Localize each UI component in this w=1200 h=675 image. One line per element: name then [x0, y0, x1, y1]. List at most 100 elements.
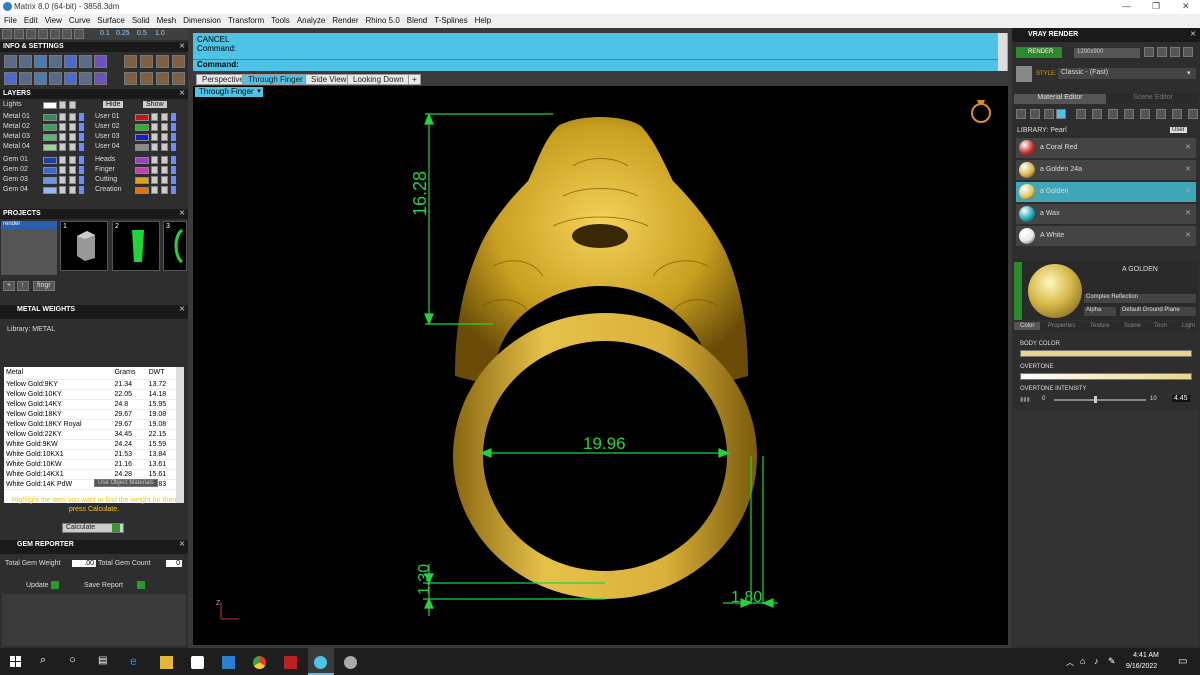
close-icon[interactable]: ✕ [179, 540, 185, 548]
table-scrollbar[interactable] [176, 367, 184, 503]
material-item[interactable]: a Coral Red ✕ [1016, 138, 1196, 158]
intensity-value[interactable]: 4.45 [1172, 395, 1190, 402]
tool-icon[interactable] [1188, 109, 1198, 119]
mail-icon[interactable] [222, 656, 235, 669]
table-row[interactable]: White Gold:10KW 21.16 13.61 [4, 459, 176, 470]
lock-icon[interactable] [69, 101, 76, 109]
tab-light[interactable]: Light [1182, 323, 1195, 329]
tool-icon[interactable] [4, 55, 17, 68]
ground-plane-select[interactable]: Default Ground Plane [1120, 307, 1196, 316]
layer-name[interactable]: Creation [95, 186, 121, 193]
tool-icon[interactable] [172, 55, 185, 68]
table-row[interactable]: Yellow Gold:10KY 22.05 14.18 [4, 389, 176, 400]
menu-rhino[interactable]: Rhino 5.0 [362, 14, 403, 25]
lock-icon[interactable] [59, 133, 66, 141]
project-thumb-3[interactable]: 3 [163, 221, 187, 271]
up-project-button[interactable]: ↑ [17, 281, 29, 291]
lock-icon[interactable] [69, 123, 76, 131]
lock-icon[interactable] [151, 143, 158, 151]
tool-icon[interactable] [62, 29, 72, 39]
layer-visibility-toggle[interactable] [79, 186, 84, 194]
menu-tsplines[interactable]: T-Splines [430, 14, 470, 25]
close-icon[interactable]: ✕ [179, 42, 185, 50]
tool-icon[interactable] [1157, 47, 1167, 57]
material-item[interactable]: a Wax ✕ [1016, 204, 1196, 224]
lock-icon[interactable] [161, 156, 168, 164]
table-row[interactable]: Yellow Gold:18KY Royal 29.67 19.08 [4, 419, 176, 430]
layer-name[interactable]: Metal 03 [3, 133, 30, 140]
calculate-button[interactable]: Calculate [62, 523, 124, 533]
layer-color-swatch[interactable] [43, 124, 57, 131]
tab-scene[interactable]: Scene [1124, 323, 1141, 329]
tool-icon[interactable] [1183, 47, 1193, 57]
menu-analyze[interactable]: Analyze [293, 14, 328, 25]
tool-icon[interactable] [1030, 109, 1040, 119]
task-view-icon[interactable]: ▤ [98, 655, 111, 668]
close-icon[interactable]: ✕ [1185, 209, 1191, 217]
tool-icon[interactable] [1076, 109, 1086, 119]
menu-file[interactable]: File [0, 14, 20, 25]
tab-texture[interactable]: Texture [1090, 323, 1110, 329]
clock-time[interactable]: 4:41 AM [1131, 652, 1161, 659]
lock-icon[interactable] [161, 143, 168, 151]
command-input[interactable]: Command: [193, 59, 998, 70]
tool-icon[interactable] [19, 55, 32, 68]
lock-icon[interactable] [69, 156, 76, 164]
tool-icon[interactable] [140, 72, 153, 85]
layer-visibility-toggle[interactable] [171, 143, 176, 151]
render-button[interactable]: RENDER [1016, 47, 1062, 58]
tool-icon[interactable] [64, 72, 77, 85]
chrome-icon[interactable] [253, 656, 266, 669]
tab-through-finger[interactable]: Through Finger [242, 74, 309, 85]
tool-icon[interactable] [172, 72, 185, 85]
layer-name[interactable]: Gem 03 [3, 176, 28, 183]
tab-side-view[interactable]: Side View [305, 74, 353, 85]
col-grams[interactable]: Grams [112, 367, 147, 380]
layer-color-swatch[interactable] [43, 187, 57, 194]
layer-visibility-toggle[interactable] [171, 166, 176, 174]
minimize-button[interactable]: — [1122, 1, 1131, 11]
layer-visibility-toggle[interactable] [171, 133, 176, 141]
col-dwt[interactable]: DWT [146, 367, 176, 380]
layer-visibility-toggle[interactable] [79, 133, 84, 141]
style-select[interactable]: Classic - (Fast) [1058, 68, 1196, 79]
menu-render[interactable]: Render [328, 14, 361, 25]
tool-icon[interactable] [79, 55, 92, 68]
alpha-select[interactable]: Alpha [1084, 307, 1116, 316]
lock-icon[interactable] [69, 166, 76, 174]
close-icon[interactable]: ✕ [179, 89, 185, 97]
layer-name[interactable]: Metal 02 [3, 123, 30, 130]
material-item[interactable]: a Golden ✕ [1016, 182, 1196, 202]
resolution-select[interactable]: 1200x900 [1074, 48, 1140, 58]
layer-name[interactable]: User 02 [95, 123, 120, 130]
layer-name[interactable]: Finger [95, 166, 115, 173]
col-metal[interactable]: Metal [4, 367, 113, 380]
tab-material-editor[interactable]: Material Editor [1014, 94, 1106, 104]
close-button[interactable]: ✕ [1182, 1, 1190, 12]
network-icon[interactable]: ⌂ [1080, 656, 1085, 666]
layer-color-swatch[interactable] [135, 167, 149, 174]
project-thumb-1[interactable]: 1 [60, 221, 108, 271]
lock-icon[interactable] [59, 176, 66, 184]
menu-transform[interactable]: Transform [224, 14, 267, 25]
lock-icon[interactable] [69, 133, 76, 141]
table-row[interactable]: White Gold:9KW 24.24 15.59 [4, 439, 176, 450]
layer-name[interactable]: Cutting [95, 176, 117, 183]
material-item[interactable]: A White ✕ [1016, 226, 1196, 246]
tool-icon[interactable] [1108, 109, 1118, 119]
save-report-button[interactable]: Save Report [84, 581, 145, 589]
add-tab-button[interactable]: + [408, 74, 421, 85]
lock-icon[interactable] [161, 133, 168, 141]
lock-icon[interactable] [161, 186, 168, 194]
restore-button[interactable]: ❐ [1152, 1, 1160, 12]
layer-name[interactable]: Metal 04 [3, 143, 30, 150]
tool-icon[interactable] [79, 72, 92, 85]
table-row[interactable]: White Gold:14KX1 24.28 15.61 [4, 469, 176, 480]
close-icon[interactable]: ✕ [1185, 143, 1191, 151]
lock-icon[interactable] [69, 176, 76, 184]
tray-chevron-icon[interactable]: ︿ [1066, 657, 1074, 668]
menu-blend[interactable]: Blend [403, 14, 430, 25]
cortana-icon[interactable]: ○ [69, 654, 82, 667]
layer-name[interactable]: Metal 01 [3, 113, 30, 120]
close-icon[interactable]: ✕ [1185, 231, 1191, 239]
